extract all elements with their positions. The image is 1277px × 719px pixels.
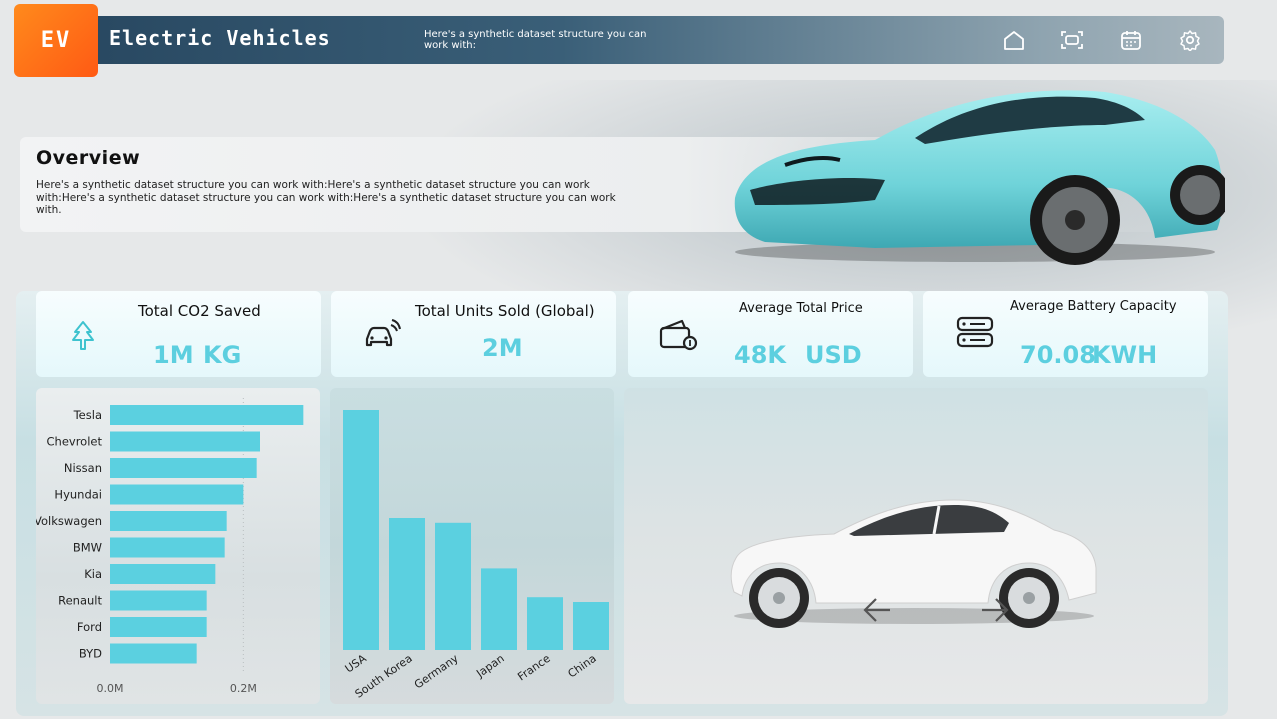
app-title: Electric Vehicles (109, 26, 331, 50)
kpi-battery-unit: KWH (1092, 341, 1158, 369)
brand-bar[interactable] (110, 405, 304, 425)
country-column-chart-card: USA South Korea Germany Japan France China (330, 388, 614, 704)
kpi-battery-card: Average Battery Capacity 70.08 KWH (923, 291, 1208, 377)
wallet-icon (659, 319, 698, 351)
brand-label: Volkswagen (36, 514, 102, 528)
brand-bar[interactable] (110, 511, 227, 531)
x-tick-label: 0.0M (97, 682, 124, 695)
brand-bar[interactable] (110, 617, 207, 637)
country-label: USA (343, 652, 369, 676)
gear-icon[interactable] (1178, 29, 1202, 51)
scan-icon[interactable] (1060, 29, 1084, 51)
kpi-price-title: Average Total Price (739, 301, 863, 316)
x-tick-label: 0.2M (230, 682, 257, 695)
country-label: Germany (412, 652, 461, 692)
brand-bar[interactable] (110, 458, 257, 478)
brand-bar[interactable] (110, 431, 260, 452)
brand-label: Tesla (73, 408, 102, 422)
brand-bar-chart: Tesla Chevrolet Nissan Hyundai Volkswagen BMW… (34, 398, 304, 695)
country-bar[interactable] (435, 522, 471, 650)
white-car-image (730, 499, 1097, 628)
home-icon[interactable] (1002, 29, 1026, 51)
brand-bar-chart-card: Tesla Chevrolet Nissan Hyundai Volkswagen BMW… (34, 388, 320, 704)
brand-bar[interactable] (110, 643, 197, 664)
header-subtitle: Here's a synthetic dataset structure you… (424, 29, 647, 51)
country-column-chart: USASouth KoreaGermany Japan France China (343, 410, 609, 701)
brand-bar[interactable] (110, 590, 207, 611)
car-carousel-card (624, 388, 1208, 704)
kpi-co2-title: Total CO2 Saved (138, 302, 261, 320)
country-bar[interactable] (573, 602, 609, 650)
kpi-price-unit: USD (805, 341, 862, 369)
kpi-battery-value: 70.08 (1020, 341, 1096, 369)
connected-car-icon (365, 319, 401, 347)
country-label: China (566, 652, 599, 681)
kpi-price-value: 48K (734, 341, 786, 369)
logo: EV (14, 4, 98, 77)
brand-label: Kia (84, 567, 102, 581)
brand-label: Chevrolet (47, 435, 103, 449)
kpi-price-card: Average Total Price 48K USD (628, 291, 913, 377)
hero-car-image (734, 90, 1225, 265)
chevron-right-icon[interactable] (980, 595, 1010, 625)
chevron-left-icon[interactable] (862, 595, 892, 625)
kpi-battery-title: Average Battery Capacity (1010, 299, 1177, 314)
logo-text: EV (40, 28, 72, 53)
country-label: Japan (473, 652, 506, 681)
country-bar[interactable] (389, 518, 425, 650)
country-bar[interactable] (481, 568, 517, 650)
country-label: France (515, 652, 553, 684)
brand-label: BYD (79, 647, 102, 661)
kpi-units-card: Total Units Sold (Global) 2M (331, 291, 616, 377)
brand-bar[interactable] (110, 537, 225, 558)
brand-label: Hyundai (54, 488, 102, 502)
brand-bar[interactable] (110, 484, 244, 505)
country-bar[interactable] (527, 597, 563, 650)
kpi-co2-value: 1M (153, 341, 194, 369)
tree-icon (72, 321, 94, 350)
kpi-co2-card: Total CO2 Saved 1M KG (36, 291, 321, 377)
overview-title: Overview (36, 147, 141, 169)
brand-label: Nissan (64, 461, 102, 475)
brand-bar[interactable] (110, 564, 216, 584)
country-bar[interactable] (343, 410, 379, 650)
calendar-icon[interactable] (1119, 29, 1143, 51)
kpi-units-value: 2M (482, 334, 523, 362)
brand-label: BMW (73, 541, 102, 555)
brand-label: Renault (58, 594, 102, 608)
kpi-co2-unit: KG (203, 341, 242, 369)
brand-label: Ford (77, 620, 102, 634)
kpi-units-title: Total Units Sold (Global) (415, 302, 595, 320)
overview-text: Here's a synthetic dataset structure you… (36, 179, 616, 216)
server-icon (956, 316, 994, 348)
